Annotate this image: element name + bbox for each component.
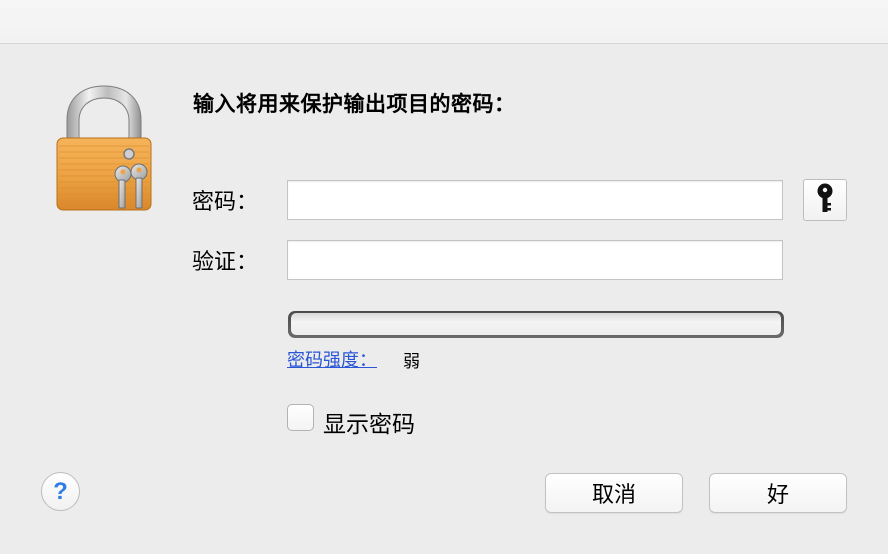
show-password-checkbox[interactable] xyxy=(287,404,314,431)
password-strength-value: 弱 xyxy=(403,352,420,372)
window-titlebar xyxy=(0,0,888,44)
strength-meter-track xyxy=(291,313,781,335)
password-field-frame xyxy=(287,180,783,220)
help-icon: ? xyxy=(53,477,68,505)
help-button[interactable]: ? xyxy=(41,472,80,511)
verify-label: 验证： xyxy=(192,250,259,275)
password-strength-link[interactable]: 密码强度： xyxy=(287,346,377,372)
padlock-with-keys-icon xyxy=(55,84,155,214)
cancel-button[interactable]: 取消 xyxy=(545,473,683,513)
dialog-prompt: 输入将用来保护输出项目的密码： xyxy=(193,92,516,116)
password-input[interactable] xyxy=(288,181,782,219)
key-icon xyxy=(815,183,835,217)
ok-button[interactable]: 好 xyxy=(709,473,847,513)
password-label: 密码： xyxy=(192,190,259,215)
verify-input[interactable] xyxy=(288,241,782,279)
show-password-label[interactable]: 显示密码 xyxy=(323,405,415,439)
password-strength-meter xyxy=(288,311,784,338)
password-assistant-button[interactable] xyxy=(803,179,847,221)
verify-field-frame xyxy=(287,240,783,280)
